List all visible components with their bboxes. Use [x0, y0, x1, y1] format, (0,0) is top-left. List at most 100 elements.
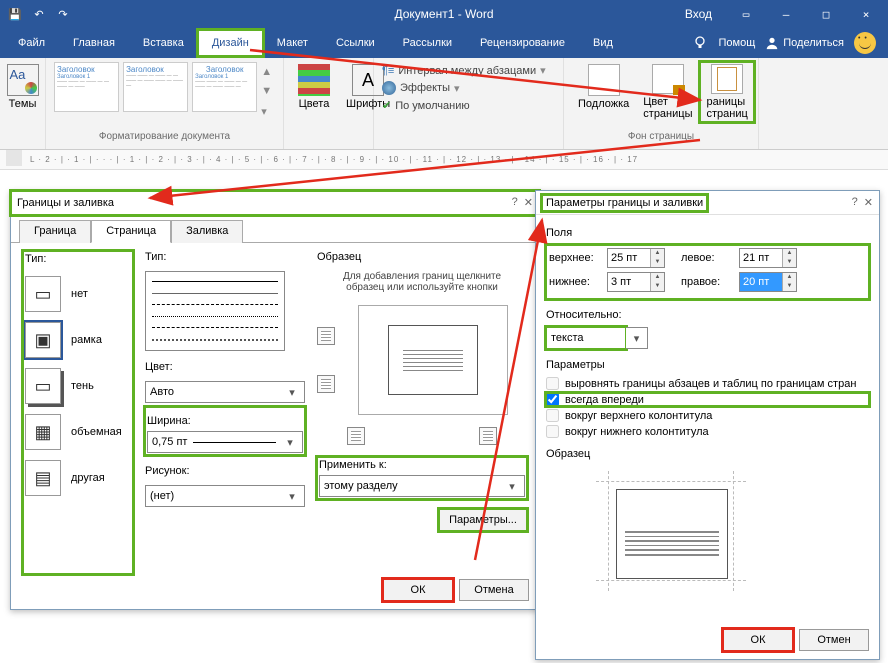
ruler-corner[interactable]: [6, 150, 22, 166]
spin-up-icon[interactable]: ▲: [651, 273, 664, 282]
cancel-button[interactable]: Отмена: [459, 579, 529, 601]
chk-always-front[interactable]: всегда впереди: [546, 393, 869, 406]
border-top-toggle[interactable]: [317, 327, 335, 345]
border-custom-icon: ▤: [25, 460, 61, 496]
margin-bottom-spinner[interactable]: ▲▼: [607, 272, 665, 292]
gallery-more-icon[interactable]: ▾: [261, 105, 275, 118]
minimize-icon[interactable]: –: [768, 3, 804, 25]
effects-button[interactable]: Эффекты▾: [382, 81, 555, 95]
params-group-label: Параметры: [546, 359, 869, 371]
border-right-toggle[interactable]: [479, 427, 497, 445]
dialog2-title: Параметры границы и заливки: [542, 195, 707, 211]
dlg-tab-page[interactable]: Страница: [91, 220, 171, 243]
ok-button[interactable]: ОК: [723, 629, 793, 651]
width-combo[interactable]: 0,75 пт▾: [147, 431, 303, 453]
type-custom[interactable]: ▤другая: [25, 457, 131, 499]
undo-icon[interactable]: ↶: [30, 5, 48, 23]
ribbon-tabstrip: Файл Главная Вставка Дизайн Макет Ссылки…: [0, 28, 888, 58]
dialog-help-icon[interactable]: ?: [852, 196, 858, 209]
doc-format-thumb[interactable]: ЗаголовокЗаголовок 1—— —— — —— — — —— — …: [192, 62, 257, 112]
close-icon[interactable]: ×: [848, 3, 884, 25]
apply-to-combo[interactable]: этому разделу▾: [319, 475, 525, 497]
style-label: Тип:: [145, 251, 305, 263]
tab-file[interactable]: Файл: [0, 30, 59, 56]
ok-button[interactable]: ОК: [383, 579, 453, 601]
spin-down-icon[interactable]: ▼: [783, 258, 796, 267]
ribbon-display-icon[interactable]: ▭: [728, 3, 764, 25]
spin-down-icon[interactable]: ▼: [651, 282, 664, 291]
tell-me-label[interactable]: Помощ: [718, 37, 755, 49]
gallery-up-icon[interactable]: ▲: [261, 66, 275, 78]
colors-button[interactable]: Цвета: [292, 62, 336, 122]
spin-up-icon[interactable]: ▲: [651, 249, 664, 258]
login-link[interactable]: Вход: [685, 7, 712, 21]
feedback-smiley-icon[interactable]: [854, 32, 876, 54]
tab-mailings[interactable]: Рассылки: [389, 30, 466, 56]
margin-right-spinner[interactable]: ▲▼: [739, 272, 797, 292]
tell-me-icon[interactable]: [692, 35, 708, 51]
chk-align-borders[interactable]: выровнять границы абзацев и таблиц по гр…: [546, 377, 869, 390]
dialog-close-icon[interactable]: ✕: [524, 196, 533, 209]
options-button[interactable]: Параметры...: [439, 509, 527, 531]
gallery-down-icon[interactable]: ▼: [261, 85, 275, 97]
share-button[interactable]: Поделиться: [765, 36, 844, 50]
group-page-background: Фон страницы: [572, 131, 750, 145]
relative-to-dropdown[interactable]: ▾: [626, 327, 648, 349]
watermark-button[interactable]: Подложка: [572, 62, 635, 122]
border-bottom-toggle[interactable]: [317, 375, 335, 393]
redo-icon[interactable]: ↷: [54, 5, 72, 23]
dialog-title: Границы и заливка: [17, 197, 114, 209]
tab-design[interactable]: Дизайн: [198, 30, 263, 56]
tab-home[interactable]: Главная: [59, 30, 129, 56]
save-icon[interactable]: 💾: [6, 5, 24, 23]
margin-top-spinner[interactable]: ▲▼: [607, 248, 665, 268]
horizontal-ruler[interactable]: L · 2 · | · 1 · | · · · | · 1 · | · 2 · …: [0, 150, 888, 170]
dialog2-titlebar[interactable]: Параметры границы и заливки ? ✕: [536, 191, 879, 215]
tab-layout[interactable]: Макет: [263, 30, 322, 56]
doc-format-thumb[interactable]: Заголовок—— —— — —— — — —— — —— —— — —— …: [123, 62, 188, 112]
border-shadow-icon: ▭: [25, 368, 61, 404]
chk-around-header[interactable]: вокруг верхнего колонтитула: [546, 409, 869, 422]
dialog-help-icon[interactable]: ?: [512, 196, 518, 209]
check-icon: ✔: [382, 99, 391, 112]
relative-to-combo[interactable]: текста: [546, 327, 626, 349]
type-none[interactable]: ▭нет: [25, 273, 131, 315]
dlg-tab-fill[interactable]: Заливка: [171, 220, 243, 243]
tab-references[interactable]: Ссылки: [322, 30, 389, 56]
tab-review[interactable]: Рецензирование: [466, 30, 579, 56]
tab-insert[interactable]: Вставка: [129, 30, 198, 56]
width-label: Ширина:: [147, 415, 303, 427]
chevron-down-icon: ▾: [630, 332, 643, 345]
page-borders-icon: [711, 64, 743, 94]
type-shadow[interactable]: ▭тень: [25, 365, 131, 407]
spin-down-icon[interactable]: ▼: [651, 258, 664, 267]
margin-left-spinner[interactable]: ▲▼: [739, 248, 797, 268]
dialog-close-icon[interactable]: ✕: [864, 196, 873, 209]
paragraph-spacing-button[interactable]: ¶≡Интервал между абзацами▾: [382, 64, 555, 77]
set-default-button[interactable]: ✔По умолчанию: [382, 99, 555, 112]
type-3d[interactable]: ▦объемная: [25, 411, 131, 453]
spin-up-icon[interactable]: ▲: [783, 273, 796, 282]
color-combo[interactable]: Авто▾: [145, 381, 305, 403]
margin-top-label: верхнее:: [549, 252, 603, 264]
line-style-list[interactable]: [145, 271, 285, 351]
art-combo[interactable]: (нет)▾: [145, 485, 305, 507]
spin-up-icon[interactable]: ▲: [783, 249, 796, 258]
border-left-toggle[interactable]: [347, 427, 365, 445]
doc-format-thumb[interactable]: ЗаголовокЗаголовок 1—— —— — —— — — —— — …: [54, 62, 119, 112]
maximize-icon[interactable]: □: [808, 3, 844, 25]
tab-view[interactable]: Вид: [579, 30, 627, 56]
spin-down-icon[interactable]: ▼: [783, 282, 796, 291]
themes-button[interactable]: Aa Темы: [8, 62, 37, 112]
cancel-button[interactable]: Отмен: [799, 629, 869, 651]
para-spacing-icon: ¶≡: [382, 65, 394, 77]
page-color-button[interactable]: Цвет страницы: [637, 62, 698, 122]
dlg-tab-border[interactable]: Граница: [19, 220, 91, 243]
group-doc-format: Форматирование документа: [54, 131, 275, 145]
preview2-box: [586, 466, 756, 596]
chk-around-footer[interactable]: вокруг нижнего колонтитула: [546, 425, 869, 438]
preview-box[interactable]: [358, 305, 508, 415]
type-box[interactable]: ▣рамка: [25, 319, 131, 361]
page-borders-button[interactable]: раницы страниц: [700, 62, 753, 122]
dialog-titlebar[interactable]: Границы и заливка ? ✕: [11, 191, 539, 215]
